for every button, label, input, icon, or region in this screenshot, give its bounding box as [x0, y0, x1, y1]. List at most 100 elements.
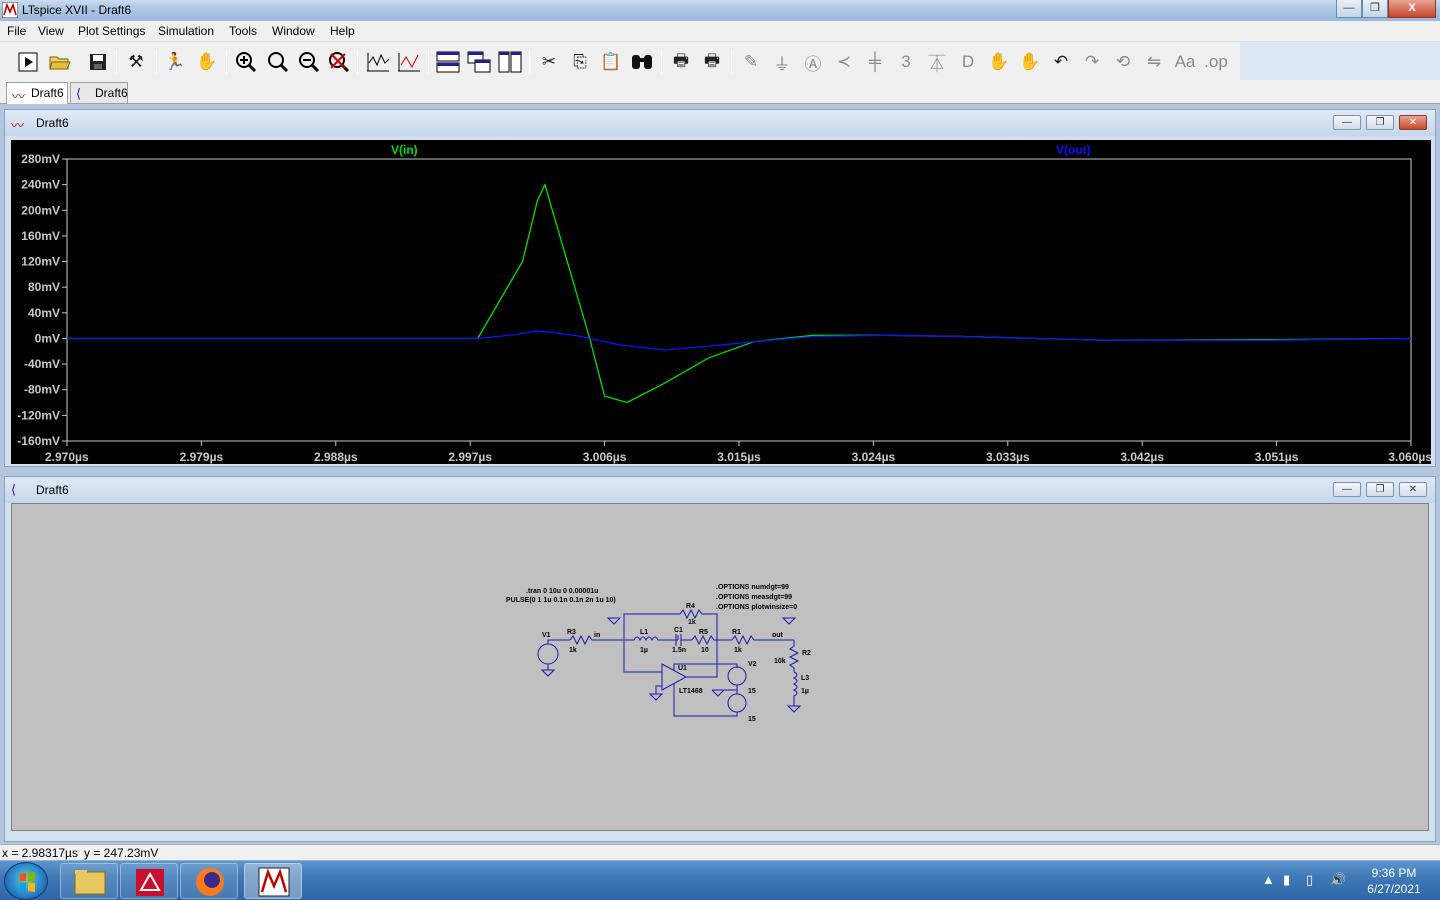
r4-value: 1k	[688, 619, 696, 626]
plot-border	[66, 158, 1412, 442]
r5-value: 10	[701, 647, 709, 654]
windows-logo-icon	[20, 872, 35, 892]
child-minimize-button[interactable]: —	[1333, 115, 1361, 130]
v2-symbol[interactable]	[727, 666, 747, 686]
diode-icon[interactable]: ⏄	[925, 50, 949, 74]
rotate-icon[interactable]: ⟲	[1111, 50, 1135, 74]
zoom-fit-icon[interactable]	[266, 50, 290, 74]
schematic-svg[interactable]: .tran 0 10u 0 0.00001u PULSE(0 1 1u 0.1n…	[12, 504, 1430, 832]
child-close-button[interactable]: ✕	[1399, 482, 1427, 497]
taskbar-firefox[interactable]	[180, 863, 238, 899]
inductor-icon[interactable]: 3	[894, 50, 918, 74]
autorange-icon[interactable]	[366, 50, 390, 74]
schematic-canvas[interactable]: .tran 0 10u 0 0.00001u PULSE(0 1 1u 0.1n…	[11, 503, 1429, 831]
component-icon[interactable]: D	[956, 50, 980, 74]
maximize-button[interactable]: ❐	[1362, 0, 1388, 18]
waveform-window-titlebar[interactable]: 〰 Draft6 — ❐ ✕	[5, 110, 1435, 136]
r1-symbol[interactable]	[731, 634, 794, 646]
cascade-icon[interactable]	[467, 50, 491, 74]
menu-help[interactable]: Help	[330, 24, 355, 38]
x-tick-label: 3.024µs	[852, 450, 896, 464]
open-icon[interactable]	[48, 50, 72, 74]
l3-symbol[interactable]	[792, 671, 798, 706]
clock-time[interactable]: 9:36 PM	[1356, 866, 1432, 880]
series-line-0[interactable]	[67, 183, 1412, 404]
tray-arrow-icon[interactable]: ▲	[1262, 872, 1275, 887]
c1-symbol[interactable]	[675, 634, 692, 646]
tran-directive[interactable]: .tran 0 10u 0 0.00001u	[526, 588, 598, 595]
find-icon[interactable]	[630, 50, 654, 74]
menu-window[interactable]: Window	[272, 24, 315, 38]
signal-icon[interactable]: ▮	[1283, 872, 1290, 888]
option-plotwinsize[interactable]: .OPTIONS plotwinsize=0	[716, 604, 797, 611]
save-icon[interactable]	[86, 50, 110, 74]
menu-view[interactable]: View	[38, 24, 64, 38]
v3-symbol[interactable]	[727, 693, 747, 713]
v1-symbol[interactable]	[537, 643, 559, 665]
capacitor-icon[interactable]: ╪	[863, 50, 887, 74]
tab-waveform[interactable]: 〰 Draft6	[6, 82, 68, 104]
tile-vertical-icon[interactable]	[498, 50, 522, 74]
plot-svg[interactable]: 280mV 240mV 200mV 160mV 120mV 80mV 40mV 0mV -40m…	[11, 140, 1431, 464]
r5-symbol[interactable]	[691, 634, 732, 646]
redo-icon[interactable]: ↷	[1080, 50, 1104, 74]
print-setup-icon[interactable]: 🖶	[700, 50, 724, 74]
cursor-y-readout: y = 247.23mV	[84, 846, 159, 860]
l1-symbol[interactable]	[624, 636, 678, 642]
ltspice-app-icon[interactable]	[2, 2, 18, 18]
schematic-window-titlebar[interactable]: ⟨ Draft6 — ❐ ✕	[5, 477, 1435, 503]
child-minimize-button[interactable]: —	[1333, 482, 1361, 497]
taskbar-ltspice[interactable]	[244, 863, 302, 899]
ground-icon[interactable]: ⏚	[770, 50, 794, 74]
print-icon[interactable]: 🖶	[669, 50, 693, 74]
option-numdgt[interactable]: .OPTIONS numdgt=99	[716, 584, 789, 591]
resistor-icon[interactable]: ≺	[832, 50, 856, 74]
run-icon[interactable]	[16, 50, 40, 74]
label-icon[interactable]: Ⓐ	[801, 50, 825, 74]
undo-icon[interactable]: ↶	[1049, 50, 1073, 74]
trace-label-1[interactable]: V(out)	[1056, 143, 1091, 157]
tile-horizontal-icon[interactable]	[436, 50, 460, 74]
wire-icon[interactable]: ✎	[739, 50, 763, 74]
mark-icon[interactable]	[397, 50, 421, 74]
control-panel-icon[interactable]: ⚒	[124, 50, 148, 74]
status-bar: x = 2.98317µs y = 247.23mV	[0, 844, 1440, 860]
trace-label-0[interactable]: V(in)	[391, 143, 418, 157]
x-tick-label: 3.060µs	[1388, 450, 1431, 464]
menu-tools[interactable]: Tools	[229, 24, 257, 38]
y-tick-label: 80mV	[28, 280, 60, 294]
tab-schematic[interactable]: ⟨ Draft6	[70, 82, 128, 103]
spice-directive-icon[interactable]: .op	[1204, 50, 1228, 74]
start-button[interactable]	[4, 862, 48, 900]
pulse-directive[interactable]: PULSE(0 1 1u 0.1n 0.1n 2n 1u 10)	[506, 597, 616, 604]
child-restore-button[interactable]: ❐	[1366, 115, 1394, 130]
taskbar-explorer[interactable]	[60, 863, 118, 899]
taskbar-acrobat[interactable]	[120, 863, 178, 899]
power-icon[interactable]: ▯	[1306, 872, 1313, 888]
r2-symbol[interactable]	[788, 640, 800, 672]
mirror-icon[interactable]: ⇋	[1142, 50, 1166, 74]
clock-date[interactable]: 6/27/2021	[1356, 882, 1432, 896]
halt-icon[interactable]: 🏃	[163, 50, 187, 74]
option-measdgt[interactable]: .OPTIONS measdgt=99	[716, 594, 792, 601]
menu-simulation[interactable]: Simulation	[158, 24, 214, 38]
paste-icon[interactable]: 📋	[599, 50, 623, 74]
cut-icon[interactable]: ✂	[537, 50, 561, 74]
close-button[interactable]: X	[1388, 0, 1436, 18]
pan-icon[interactable]: ✋	[195, 50, 219, 74]
drag-icon[interactable]: ✋	[1018, 50, 1042, 74]
child-close-button[interactable]: ✕	[1399, 115, 1427, 130]
minimize-button[interactable]: —	[1336, 0, 1362, 18]
copy-icon[interactable]: ⎘	[568, 50, 592, 74]
waveform-plot[interactable]: 280mV 240mV 200mV 160mV 120mV 80mV 40mV 0mV -40m…	[11, 140, 1431, 464]
volume-icon[interactable]: 🔊	[1330, 872, 1346, 888]
zoom-cancel-icon[interactable]	[327, 50, 351, 74]
menu-file[interactable]: File	[7, 24, 26, 38]
text-icon[interactable]: Aa	[1173, 50, 1197, 74]
zoom-out-icon[interactable]	[297, 50, 321, 74]
taskbar: ▲ ▮ ▯ 🔊 9:36 PM 6/27/2021	[0, 860, 1440, 900]
menu-plot-settings[interactable]: Plot Settings	[78, 24, 145, 38]
move-icon[interactable]: ✋	[987, 50, 1011, 74]
child-restore-button[interactable]: ❐	[1366, 482, 1394, 497]
zoom-in-icon[interactable]	[234, 50, 258, 74]
